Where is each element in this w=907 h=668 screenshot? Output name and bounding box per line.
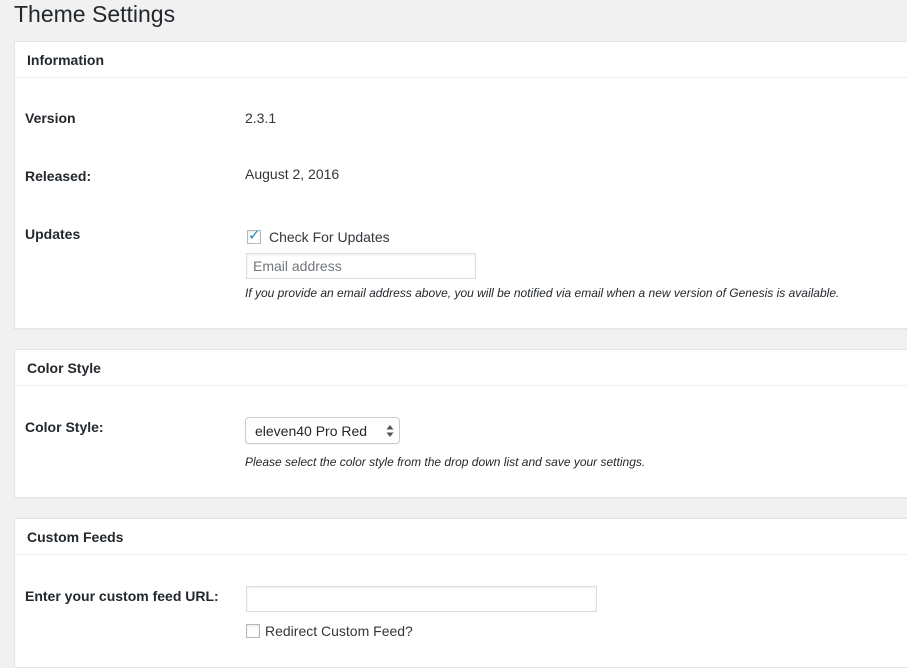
redirect-custom-feed-checkbox[interactable]: [246, 624, 260, 638]
select-arrows-icon: [386, 425, 394, 437]
email-address-input[interactable]: [246, 253, 476, 279]
color-style-selected-value: eleven40 Pro Red: [255, 423, 368, 439]
released-label: Released:: [25, 168, 92, 184]
check-for-updates-label[interactable]: Check For Updates: [269, 229, 390, 245]
custom-feeds-panel: Custom Feeds Enter your custom feed URL:…: [14, 518, 907, 668]
redirect-custom-feed-label[interactable]: Redirect Custom Feed?: [265, 623, 413, 639]
released-value: August 2, 2016: [245, 166, 340, 182]
information-panel-header[interactable]: Information: [15, 42, 907, 78]
email-description: If you provide an email address above, y…: [245, 286, 840, 300]
custom-feed-url-input[interactable]: [246, 586, 597, 612]
color-style-description: Please select the color style from the d…: [245, 455, 646, 469]
page-title: Theme Settings: [14, 1, 176, 27]
color-style-label: Color Style:: [25, 419, 104, 435]
custom-feed-url-label: Enter your custom feed URL:: [25, 588, 219, 604]
custom-feeds-panel-header[interactable]: Custom Feeds: [15, 519, 907, 555]
color-style-select[interactable]: eleven40 Pro Red: [245, 417, 400, 444]
color-style-panel-header[interactable]: Color Style: [15, 350, 907, 386]
version-value: 2.3.1: [245, 110, 277, 126]
checkmark-icon: ✓: [248, 227, 261, 244]
information-panel: Information Version 2.3.1 Released: Augu…: [14, 41, 907, 329]
color-style-panel: Color Style Color Style: eleven40 Pro Re…: [14, 349, 907, 498]
version-label: Version: [25, 110, 76, 126]
check-for-updates-checkbox[interactable]: ✓: [247, 227, 261, 244]
updates-label: Updates: [25, 226, 81, 242]
